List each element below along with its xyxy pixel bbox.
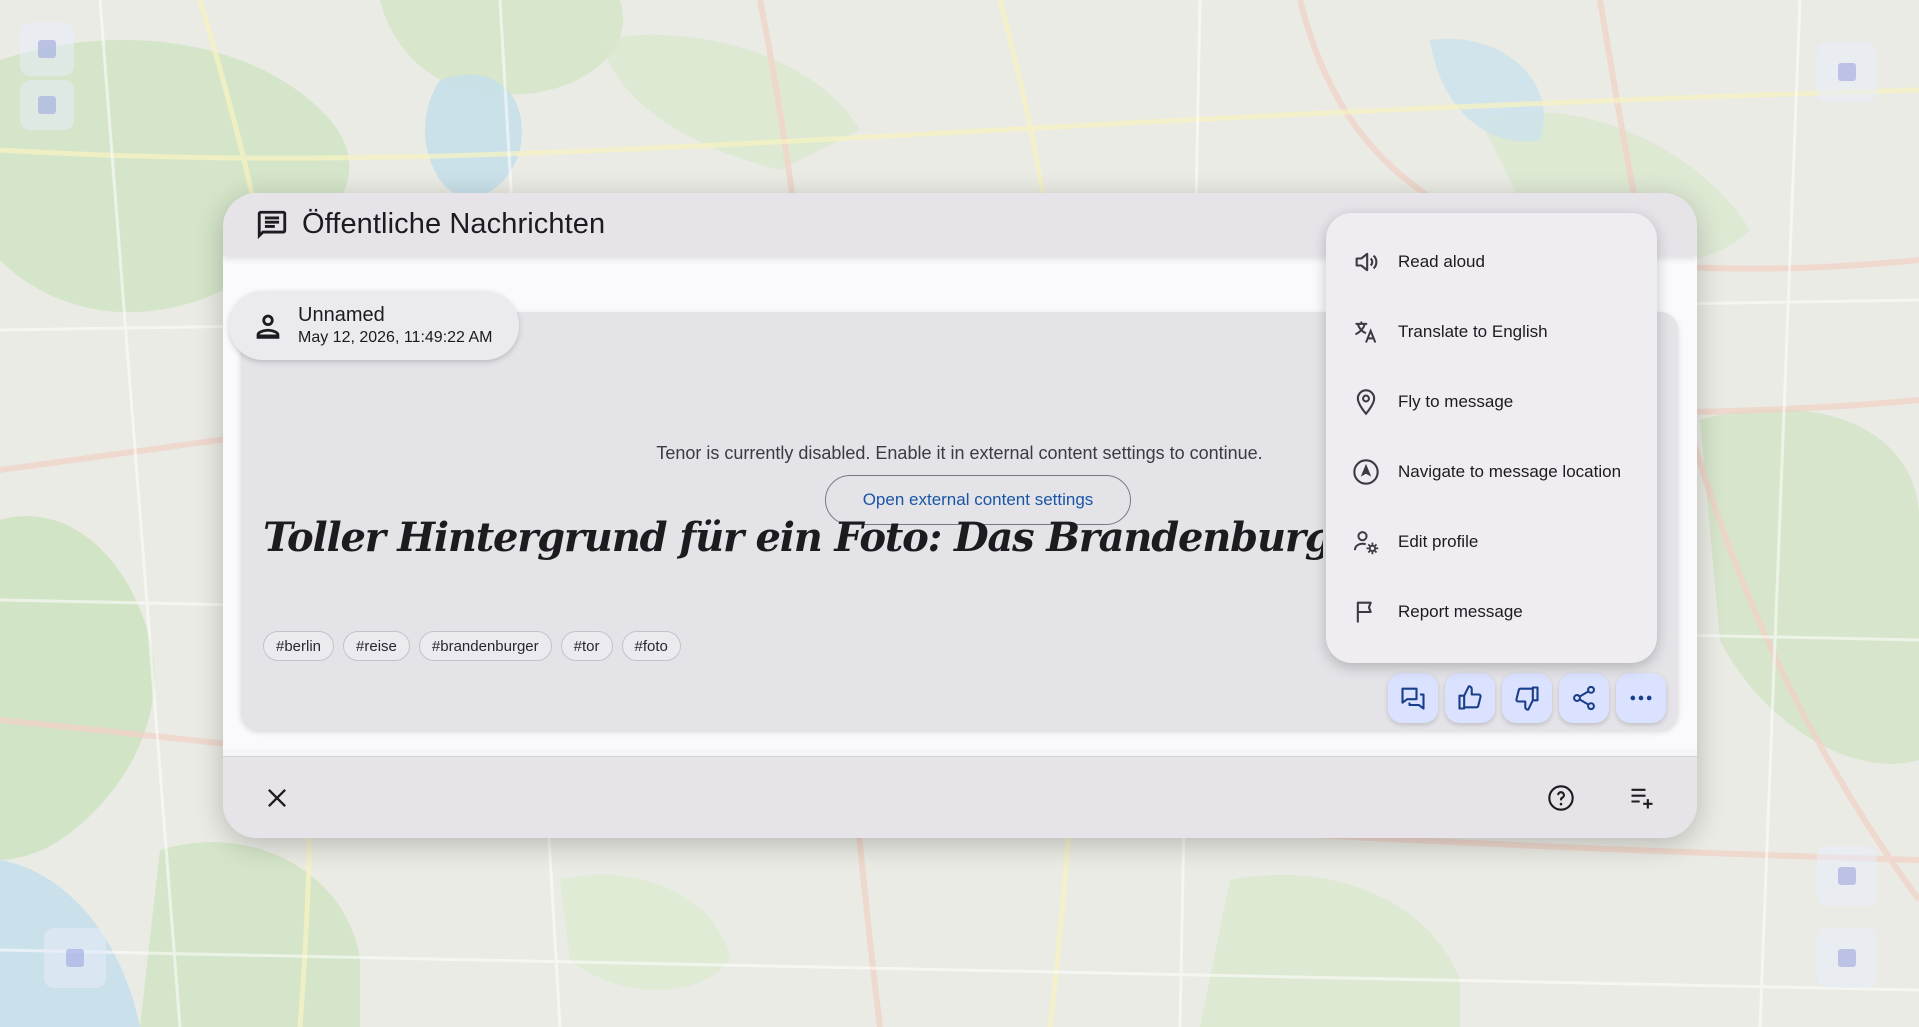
zoom-out-button[interactable]: [20, 80, 74, 130]
menu-item-translate[interactable]: Translate to English: [1326, 297, 1657, 367]
plus-icon: [38, 40, 56, 58]
more-horiz-icon: [1630, 695, 1652, 701]
close-button[interactable]: [258, 779, 296, 817]
location-icon: [1838, 949, 1856, 967]
person-icon: [256, 314, 280, 339]
map-left-bottom-button[interactable]: [44, 928, 106, 988]
tag-list: #berlin #reise #brandenburger #tor #foto: [263, 631, 681, 661]
menu-item-label: Report message: [1398, 602, 1523, 621]
map-right-button-1[interactable]: [1817, 846, 1877, 906]
zoom-in-button[interactable]: [20, 22, 74, 76]
add-message-button[interactable]: [1623, 779, 1661, 817]
compass-icon: [1838, 867, 1856, 885]
tag-chip[interactable]: #berlin: [263, 631, 335, 661]
share-icon: [1573, 685, 1595, 711]
menu-item-fly-to-message[interactable]: Fly to message: [1326, 367, 1657, 437]
share-button[interactable]: [1559, 673, 1609, 723]
menu-item-read-aloud[interactable]: Read aloud: [1326, 227, 1657, 297]
author-name: Unnamed: [298, 303, 385, 326]
comment-button[interactable]: [1388, 673, 1438, 723]
menu-item-label: Fly to message: [1398, 392, 1514, 411]
layers-icon: [1838, 63, 1856, 81]
thumbs-up-icon: [1458, 685, 1482, 710]
menu-item-label: Navigate to message location: [1398, 462, 1622, 481]
map-right-button-2[interactable]: [1817, 928, 1877, 988]
flag-icon: [1356, 601, 1372, 623]
map-layers-button[interactable]: [1817, 42, 1877, 102]
message-icon: [257, 210, 287, 239]
message-context-menu: Read aloud Translate to English Fly to m…: [1326, 213, 1657, 663]
close-icon: [268, 789, 286, 807]
author-chip[interactable]: Unnamed May 12, 2026, 11:49:22 AM: [229, 291, 519, 360]
tag-chip[interactable]: #foto: [621, 631, 681, 661]
translate-icon: [1355, 321, 1377, 343]
tag-chip[interactable]: #reise: [343, 631, 410, 661]
dialog-title: Öffentliche Nachrichten: [302, 208, 606, 240]
menu-item-label: Translate to English: [1398, 322, 1548, 341]
chat-icon: [1401, 687, 1425, 710]
map-icon: [66, 949, 84, 967]
playlist-add-icon: [1631, 788, 1653, 809]
minus-icon: [38, 96, 56, 114]
help-icon: [1548, 785, 1574, 811]
help-button[interactable]: [1542, 779, 1580, 817]
message-timestamp: May 12, 2026, 11:49:22 AM: [298, 328, 493, 346]
menu-item-label: Edit profile: [1398, 532, 1479, 551]
menu-item-edit-profile[interactable]: Edit profile: [1326, 507, 1657, 577]
message-actions: [1388, 673, 1666, 723]
menu-item-navigate[interactable]: Navigate to message location: [1326, 437, 1657, 507]
settings-account-icon: [1353, 531, 1379, 555]
tag-chip[interactable]: #tor: [560, 631, 613, 661]
more-button[interactable]: [1616, 673, 1666, 723]
volume-icon: [1355, 252, 1378, 272]
tag-chip[interactable]: #brandenburger: [418, 631, 552, 661]
like-button[interactable]: [1445, 673, 1495, 723]
message-text: Toller Hintergrund für ein Foto: Das Bra…: [263, 514, 1323, 561]
menu-item-report[interactable]: Report message: [1326, 577, 1657, 647]
dislike-button[interactable]: [1502, 673, 1552, 723]
navigation-icon: [1353, 459, 1379, 485]
location-pin-icon: [1356, 389, 1376, 416]
thumbs-down-icon: [1515, 686, 1539, 711]
menu-item-label: Read aloud: [1398, 252, 1485, 271]
dialog-footer: [223, 756, 1697, 838]
